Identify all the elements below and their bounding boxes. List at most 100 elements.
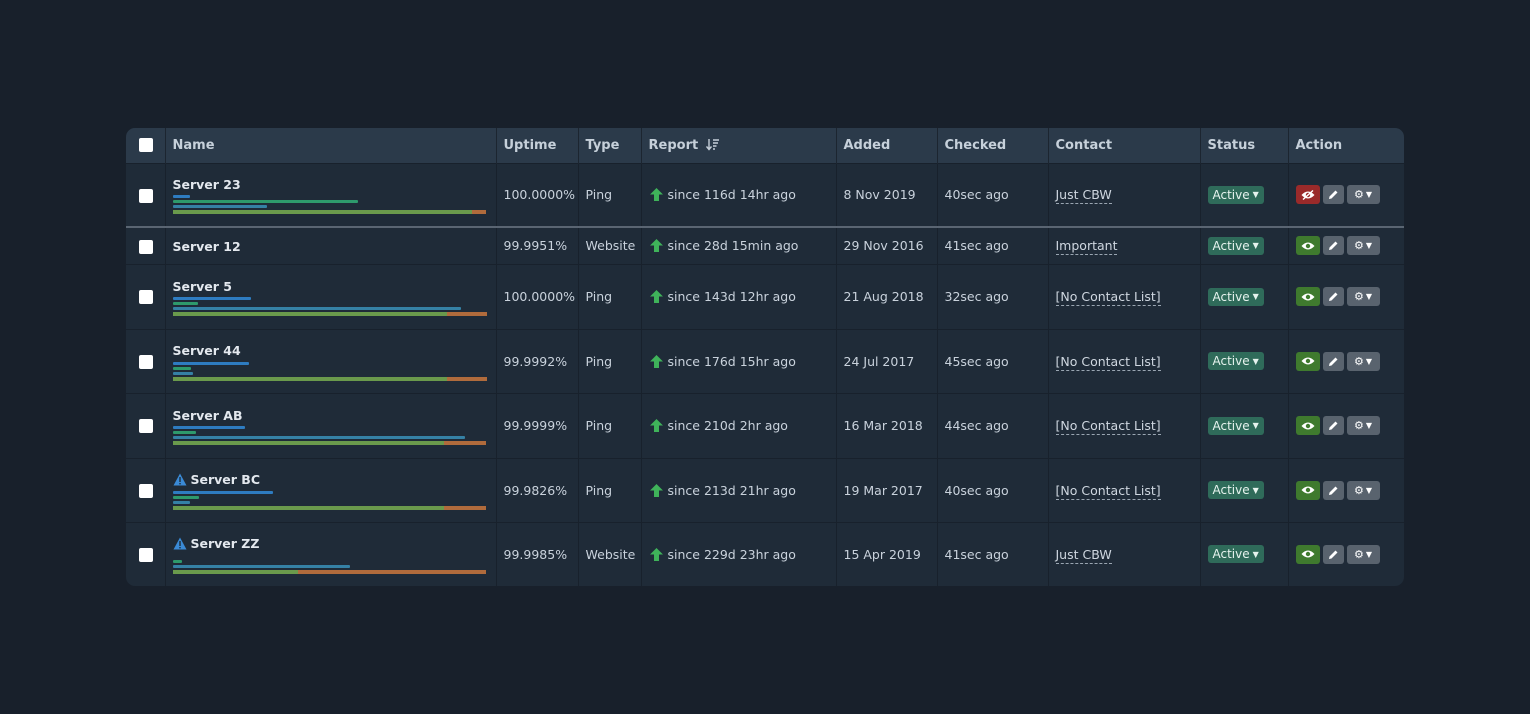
view-toggle-button[interactable] <box>1295 287 1320 306</box>
contact-link[interactable]: [No Contact List] <box>1055 289 1161 306</box>
row-checkbox[interactable] <box>139 188 153 203</box>
edit-button[interactable] <box>1322 236 1344 256</box>
row-checkbox[interactable] <box>139 548 153 562</box>
header-uptime[interactable]: Uptime <box>495 128 578 163</box>
view-toggle-button[interactable] <box>1295 480 1320 500</box>
settings-dropdown-button[interactable]: ⚙ ▼ <box>1346 351 1380 371</box>
server-name[interactable]: Server BC <box>191 472 261 487</box>
contact-link[interactable]: Just CBW <box>1055 546 1112 564</box>
server-name-line: Server AB <box>173 407 489 423</box>
edit-button[interactable] <box>1322 480 1344 500</box>
monitor-type: Ping <box>577 392 641 458</box>
checked-time: 45sec ago <box>936 328 1048 393</box>
table-row[interactable]: Server 12 99.9951% Website since 28d 15m… <box>126 226 1404 264</box>
contact-link[interactable]: Just CBW <box>1055 187 1112 205</box>
pencil-icon <box>1328 486 1337 495</box>
edit-button[interactable] <box>1322 185 1344 205</box>
table-row[interactable]: Server 23 100.0000% Ping since 116d 14hr… <box>126 162 1404 228</box>
row-select-cell <box>126 328 165 393</box>
status-label: Active <box>1212 289 1250 304</box>
settings-dropdown-button[interactable]: ⚙ ▼ <box>1346 287 1380 306</box>
view-toggle-button[interactable] <box>1295 544 1320 564</box>
header-action: Action <box>1287 128 1404 163</box>
name-cell: Server 5 <box>164 263 496 329</box>
row-checkbox[interactable] <box>139 483 153 498</box>
settings-dropdown-button[interactable]: ⚙ ▼ <box>1346 480 1380 500</box>
table-row[interactable]: Server 5 100.0000% Ping since 143d 12hr … <box>126 263 1404 329</box>
server-name[interactable]: Server 5 <box>173 279 233 294</box>
status-cell: Active ▼ <box>1199 457 1288 522</box>
chevron-down-icon: ▼ <box>1365 485 1373 495</box>
row-checkbox[interactable] <box>139 290 153 305</box>
contact-link[interactable]: Important <box>1055 238 1118 256</box>
header-checked[interactable]: Checked <box>936 128 1048 163</box>
status-label: Active <box>1212 187 1250 202</box>
header-report[interactable]: Report <box>640 128 836 163</box>
status-dropdown[interactable]: Active ▼ <box>1207 185 1264 204</box>
name-cell: Server AB <box>164 392 496 458</box>
settings-dropdown-button[interactable]: ⚙ ▼ <box>1346 544 1380 564</box>
pencil-icon <box>1328 421 1337 430</box>
status-dropdown[interactable]: Active ▼ <box>1207 236 1264 255</box>
status-dropdown[interactable]: Active ▼ <box>1207 287 1264 306</box>
report-text: since 143d 12hr ago <box>667 289 796 304</box>
header-select-all[interactable] <box>126 128 165 163</box>
action-cell: ⚙ ▼ <box>1287 263 1404 329</box>
table-row[interactable]: Server ZZ 99.9985% Website since 229d 23… <box>126 521 1404 586</box>
table-row[interactable]: Server BC 99.9826% Ping since 213d 21hr … <box>126 457 1404 522</box>
settings-dropdown-button[interactable]: ⚙ ▼ <box>1346 236 1380 256</box>
select-all-checkbox[interactable] <box>139 138 153 153</box>
table-body: Server 23 100.0000% Ping since 116d 14hr… <box>126 162 1404 586</box>
sort-descending-icon[interactable] <box>705 138 720 151</box>
edit-button[interactable] <box>1322 351 1344 371</box>
status-dropdown[interactable]: Active ▼ <box>1207 481 1264 499</box>
edit-button[interactable] <box>1322 416 1344 435</box>
table-header-row: Name Uptime Type Report Added Checked Co… <box>126 128 1404 163</box>
report-text: since 116d 14hr ago <box>667 187 796 203</box>
server-name[interactable]: Server AB <box>173 408 243 423</box>
table-row[interactable]: Server AB 99.9999% Ping since 210d 2hr a… <box>126 392 1404 458</box>
settings-dropdown-button[interactable]: ⚙ ▼ <box>1346 185 1380 205</box>
edit-button[interactable] <box>1322 287 1344 306</box>
header-name[interactable]: Name <box>164 128 496 163</box>
server-name-line: Server 44 <box>173 343 489 359</box>
settings-dropdown-button[interactable]: ⚙ ▼ <box>1346 416 1380 435</box>
status-dropdown[interactable]: Active ▼ <box>1207 352 1264 370</box>
chevron-down-icon: ▼ <box>1365 421 1373 430</box>
view-toggle-button[interactable] <box>1295 416 1320 435</box>
view-toggle-button[interactable] <box>1295 236 1320 256</box>
contact-link[interactable]: [No Contact List] <box>1055 353 1161 371</box>
contact-link[interactable]: [No Contact List] <box>1055 482 1161 500</box>
view-toggle-button-hidden[interactable] <box>1295 185 1320 205</box>
uptime-history-bars <box>172 426 487 445</box>
server-name-line: Server 5 <box>173 278 489 294</box>
table-row[interactable]: Server 44 99.9992% Ping since 176d 15hr … <box>126 328 1404 393</box>
row-checkbox[interactable] <box>139 354 153 369</box>
server-name[interactable]: Server 44 <box>173 343 241 358</box>
view-toggle-button[interactable] <box>1295 351 1320 371</box>
header-added[interactable]: Added <box>835 128 937 163</box>
row-checkbox[interactable] <box>139 239 153 254</box>
server-name[interactable]: Server 23 <box>173 177 241 192</box>
server-name[interactable]: Server 12 <box>173 239 241 254</box>
status-dropdown[interactable]: Active ▼ <box>1207 416 1264 435</box>
arrow-up-icon <box>649 483 663 497</box>
action-cell: ⚙ ▼ <box>1287 457 1404 522</box>
uptime-value: 100.0000% <box>495 162 578 228</box>
edit-button[interactable] <box>1322 544 1344 564</box>
header-type[interactable]: Type <box>577 128 641 163</box>
report-cell: since 210d 2hr ago <box>640 392 836 458</box>
contact-link[interactable]: [No Contact List] <box>1055 418 1161 435</box>
status-label: Active <box>1212 238 1250 253</box>
response-time-bar <box>172 361 250 365</box>
check-duration-bar <box>172 307 462 310</box>
monitor-type: Ping <box>577 328 641 393</box>
server-name[interactable]: Server ZZ <box>191 536 260 551</box>
checked-time: 41sec ago <box>936 521 1048 586</box>
server-name-line: Server ZZ <box>173 536 489 552</box>
header-status[interactable]: Status <box>1199 128 1288 163</box>
row-checkbox[interactable] <box>139 419 153 434</box>
header-contact[interactable]: Contact <box>1047 128 1200 163</box>
status-dropdown[interactable]: Active ▼ <box>1207 545 1264 564</box>
status-label: Active <box>1212 483 1250 497</box>
